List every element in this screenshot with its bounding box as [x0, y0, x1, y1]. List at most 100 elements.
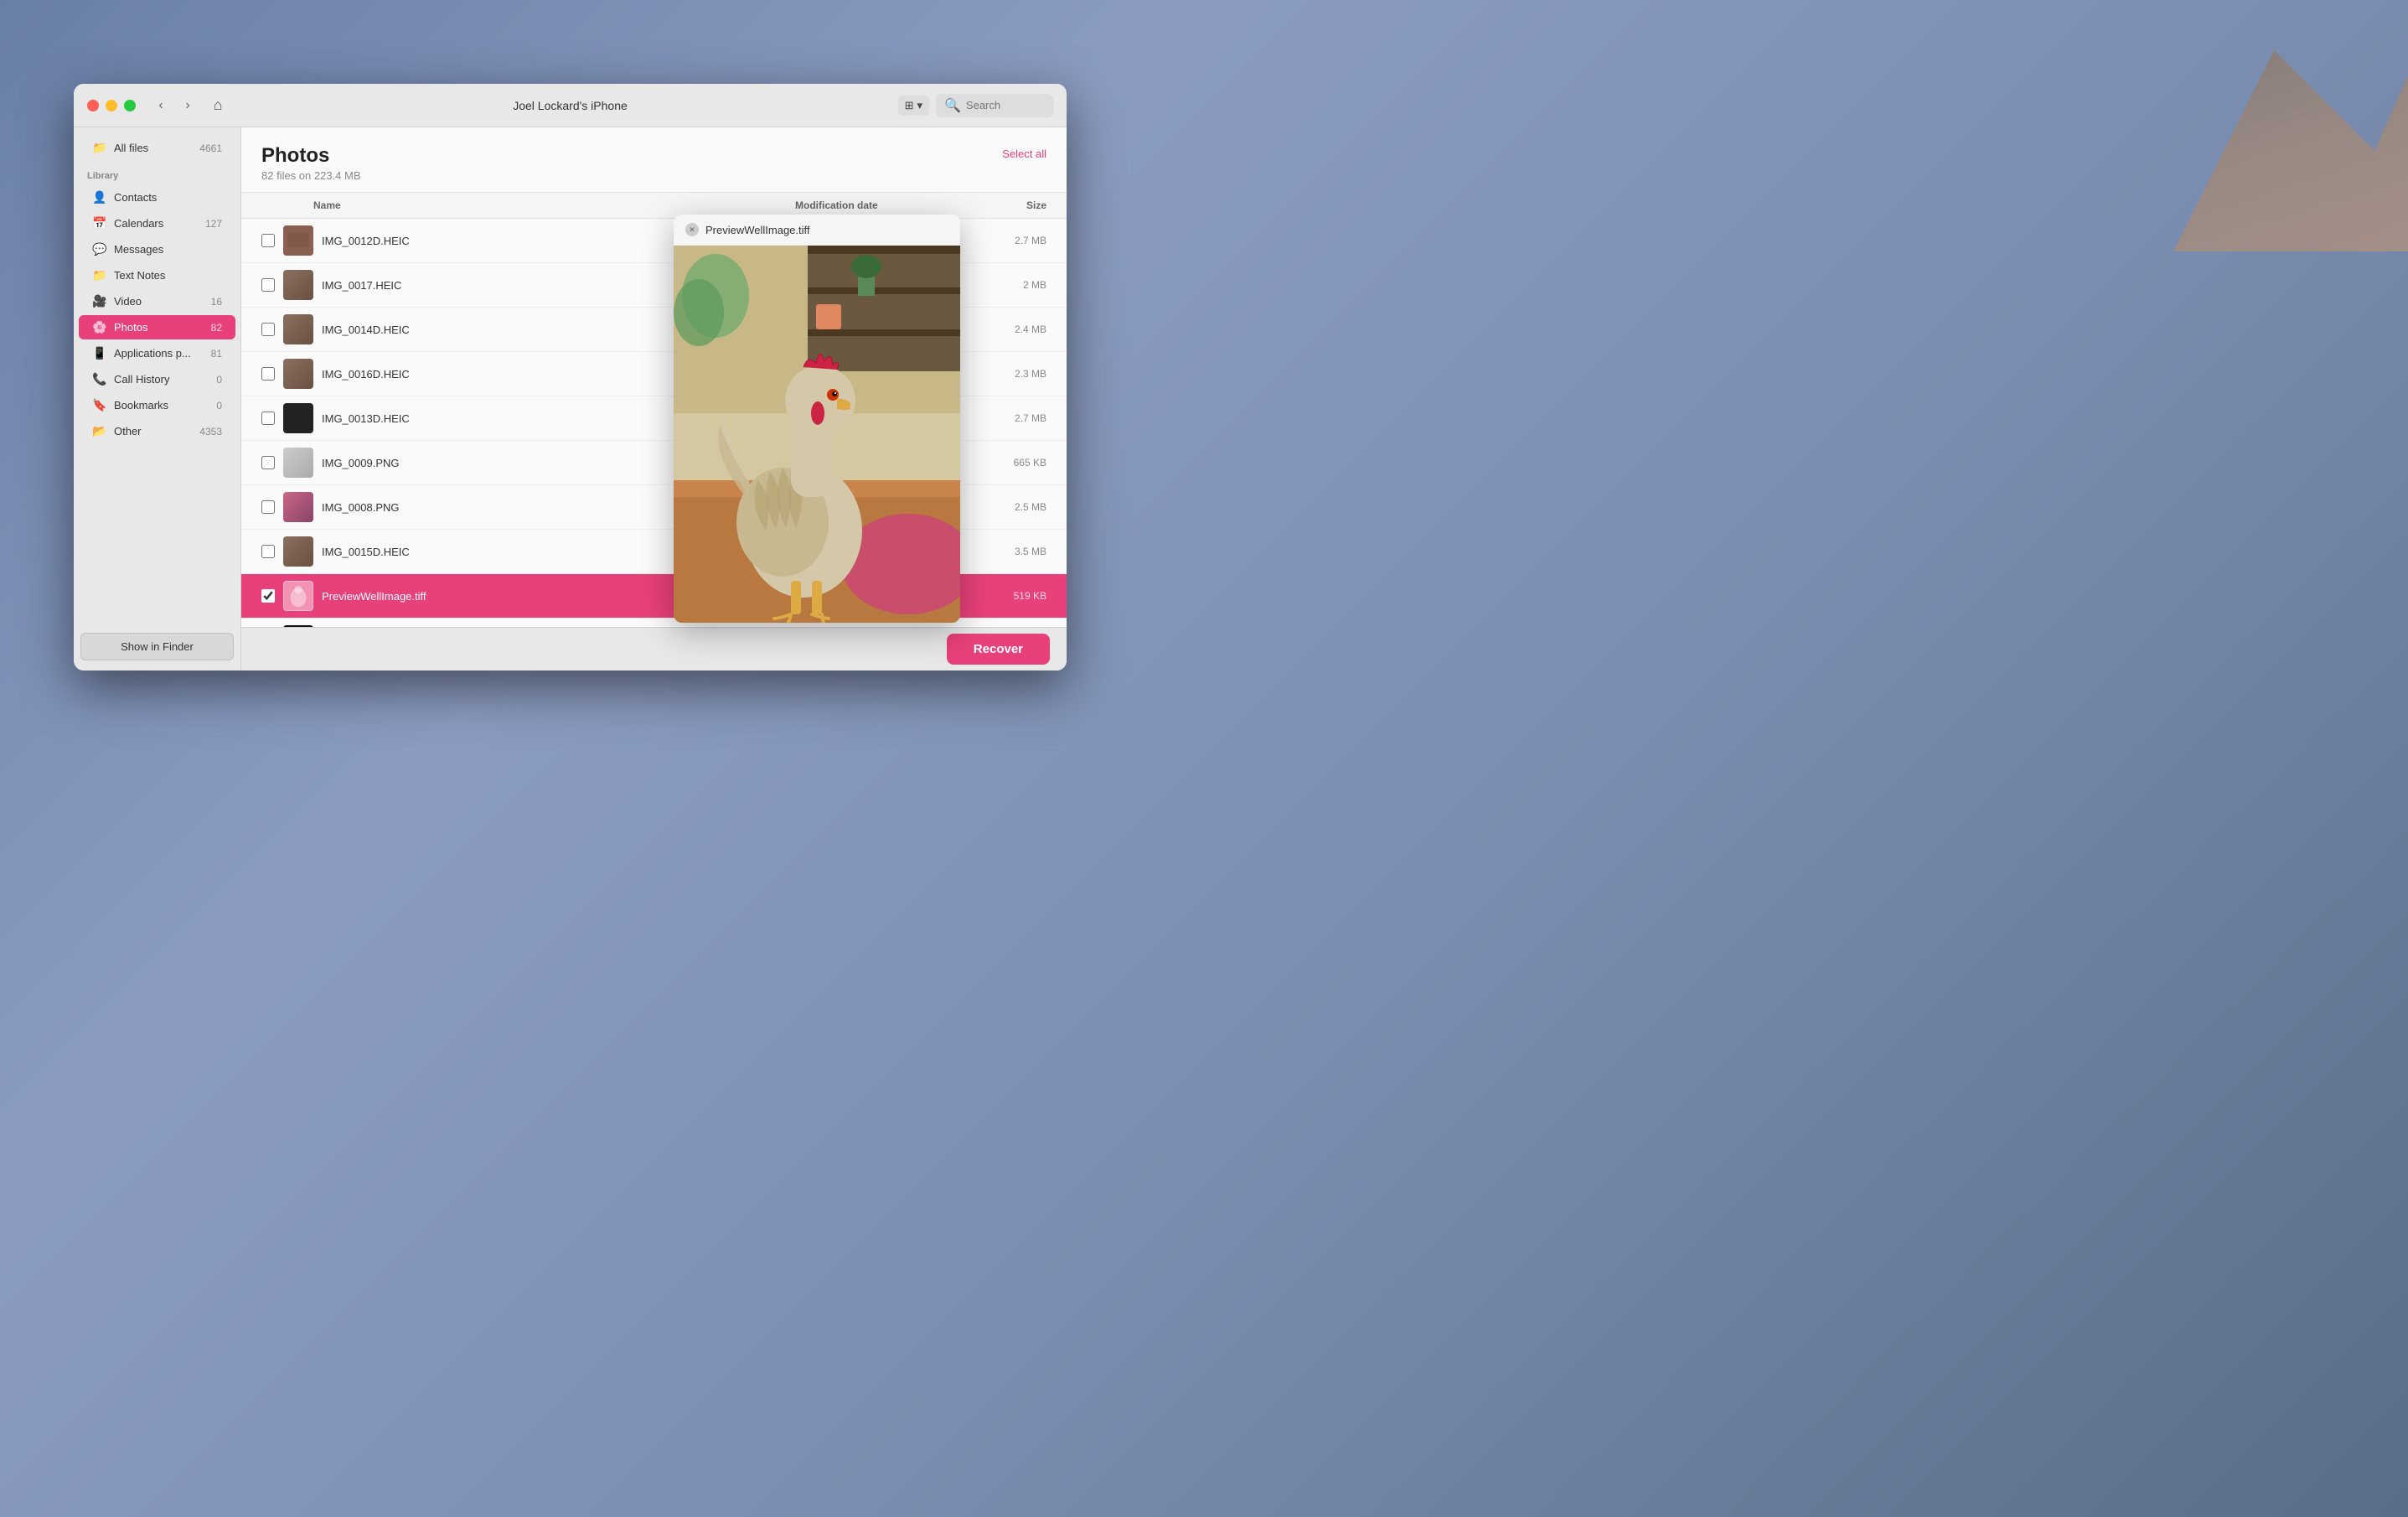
col-date-header: Modification date: [795, 199, 979, 211]
sidebar-bottom: Show in Finder: [74, 623, 240, 670]
file-size: 3.5 MB: [979, 546, 1046, 557]
file-size: 2.4 MB: [979, 324, 1046, 335]
sidebar-item-video[interactable]: 🎥 Video 16: [79, 289, 235, 313]
sidebar-photos-label: Photos: [114, 321, 204, 334]
sidebar-photos-count: 82: [211, 322, 222, 334]
show-finder-button[interactable]: Show in Finder: [80, 633, 234, 660]
row-checkbox[interactable]: [261, 456, 275, 469]
row-checkbox[interactable]: [261, 278, 275, 292]
video-icon: 🎥: [92, 294, 107, 308]
content-area: 📁 All files 4661 Library 👤 Contacts 📅 Ca…: [74, 127, 1067, 670]
sidebar-call-history-count: 0: [216, 374, 222, 386]
file-thumbnail: [283, 359, 313, 389]
folder-icon: 📁: [92, 141, 107, 155]
sidebar: 📁 All files 4661 Library 👤 Contacts 📅 Ca…: [74, 127, 241, 670]
main-window: ‹ › ⌂ Joel Lockard's iPhone ⊞ ▾ 🔍 📁 All …: [74, 84, 1067, 670]
titlebar-right: ⊞ ▾ 🔍: [898, 94, 1053, 117]
row-checkbox[interactable]: [261, 412, 275, 425]
file-size: 2.7 MB: [979, 235, 1046, 246]
sidebar-item-messages[interactable]: 💬 Messages: [79, 237, 235, 261]
sidebar-item-photos[interactable]: 🌸 Photos 82: [79, 315, 235, 339]
minimize-button[interactable]: [106, 100, 117, 111]
search-icon: 🔍: [944, 97, 961, 114]
row-checkbox[interactable]: [261, 589, 275, 603]
contacts-icon: 👤: [92, 190, 107, 205]
nav-buttons: ‹ ›: [149, 96, 199, 115]
calendars-icon: 📅: [92, 216, 107, 230]
sidebar-item-all-files[interactable]: 📁 All files 4661: [79, 136, 235, 160]
file-size: 519 KB: [979, 590, 1046, 602]
col-size-header: Size: [979, 199, 1046, 211]
text-notes-icon: 📁: [92, 268, 107, 282]
close-button[interactable]: [87, 100, 99, 111]
sidebar-other-label: Other: [114, 425, 193, 437]
sidebar-call-history-label: Call History: [114, 373, 209, 386]
sidebar-calendars-count: 127: [205, 218, 222, 230]
sidebar-library-label: Library: [74, 161, 240, 184]
sidebar-all-files-count: 4661: [199, 142, 222, 154]
sidebar-contacts-label: Contacts: [114, 191, 215, 204]
sidebar-video-label: Video: [114, 295, 204, 308]
preview-image: [674, 246, 960, 623]
sidebar-item-contacts[interactable]: 👤 Contacts: [79, 185, 235, 210]
search-input[interactable]: [966, 99, 1045, 111]
file-thumbnail: [283, 536, 313, 567]
bottom-bar: Recover: [241, 627, 1067, 670]
view-toggle[interactable]: ⊞ ▾: [898, 96, 929, 116]
sidebar-item-call-history[interactable]: 📞 Call History 0: [79, 367, 235, 391]
home-button[interactable]: ⌂: [206, 94, 230, 117]
file-thumbnail: [283, 314, 313, 344]
file-size: 2.5 MB: [979, 501, 1046, 513]
sidebar-item-bookmarks[interactable]: 🔖 Bookmarks 0: [79, 393, 235, 417]
bookmarks-icon: 🔖: [92, 398, 107, 412]
file-size: 2.7 MB: [979, 412, 1046, 424]
sidebar-item-text-notes[interactable]: 📁 Text Notes: [79, 263, 235, 287]
file-thumbnail: [283, 492, 313, 522]
search-bar: 🔍: [936, 94, 1053, 117]
preview-title: PreviewWellImage.tiff: [705, 224, 810, 236]
row-checkbox[interactable]: [261, 323, 275, 336]
other-icon: 📂: [92, 424, 107, 438]
preview-close-button[interactable]: ✕: [685, 223, 699, 236]
sidebar-item-applications[interactable]: 📱 Applications p... 81: [79, 341, 235, 365]
sidebar-calendars-label: Calendars: [114, 217, 199, 230]
sidebar-applications-count: 81: [211, 348, 222, 360]
sidebar-messages-label: Messages: [114, 243, 215, 256]
file-thumbnail: [283, 581, 313, 611]
row-checkbox[interactable]: [261, 545, 275, 558]
sidebar-applications-label: Applications p...: [114, 347, 204, 360]
applications-icon: 📱: [92, 346, 107, 360]
col-name-header: Name: [313, 199, 795, 211]
window-title: Joel Lockard's iPhone: [513, 99, 628, 112]
file-thumbnail: [283, 270, 313, 300]
background-decoration: [2073, 0, 2408, 251]
select-all-button[interactable]: Select all: [1002, 148, 1046, 160]
traffic-lights: [87, 100, 136, 111]
sidebar-item-calendars[interactable]: 📅 Calendars 127: [79, 211, 235, 236]
file-thumbnail: [283, 448, 313, 478]
sidebar-all-files-label: All files: [114, 142, 193, 154]
row-checkbox[interactable]: [261, 367, 275, 381]
photos-icon: 🌸: [92, 320, 107, 334]
recover-button[interactable]: Recover: [947, 634, 1050, 665]
main-panel: Photos 82 files on 223.4 MB Select all N…: [241, 127, 1067, 670]
file-size: 2.3 MB: [979, 368, 1046, 380]
main-header: Photos 82 files on 223.4 MB Select all: [241, 127, 1067, 193]
forward-button[interactable]: ›: [176, 96, 199, 115]
titlebar: ‹ › ⌂ Joel Lockard's iPhone ⊞ ▾ 🔍: [74, 84, 1067, 127]
view-toggle-icon: ⊞: [905, 99, 914, 112]
sidebar-bookmarks-label: Bookmarks: [114, 399, 209, 412]
file-thumbnail: [283, 225, 313, 256]
sidebar-text-notes-label: Text Notes: [114, 269, 215, 282]
chevron-down-icon: ▾: [917, 99, 922, 112]
row-checkbox[interactable]: [261, 500, 275, 514]
close-icon: ✕: [689, 225, 695, 235]
page-title: Photos: [261, 144, 1046, 168]
row-checkbox[interactable]: [261, 234, 275, 247]
preview-popup: ✕ PreviewWellImage.tiff: [674, 215, 960, 623]
back-button[interactable]: ‹: [149, 96, 173, 115]
sidebar-item-other[interactable]: 📂 Other 4353: [79, 419, 235, 443]
sidebar-video-count: 16: [211, 296, 222, 308]
call-history-icon: 📞: [92, 372, 107, 386]
maximize-button[interactable]: [124, 100, 136, 111]
